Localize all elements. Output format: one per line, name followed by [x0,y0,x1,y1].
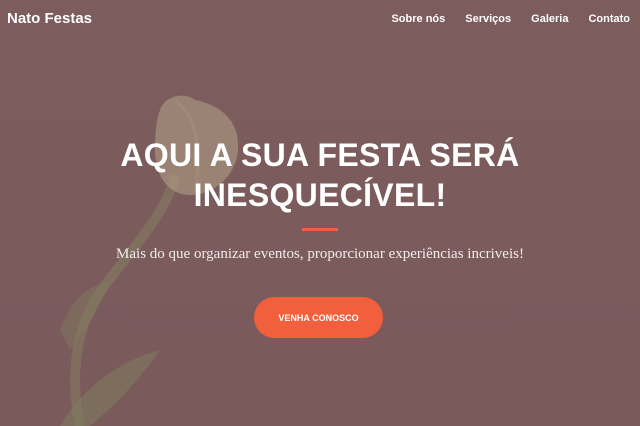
nav-link-sobre-nos[interactable]: Sobre nós [391,13,445,25]
headline-divider [302,228,338,231]
navbar: Nato Festas Sobre nós Serviços Galeria C… [0,0,640,40]
hero-headline-line2: INESQUECÍVEL! [193,177,447,213]
brand-logo[interactable]: Nato Festas [7,10,92,27]
venha-conosco-button[interactable]: VENHA CONOSCO [254,297,383,338]
nav-link-galeria[interactable]: Galeria [531,13,568,25]
hero-tagline: Mais do que organizar eventos, proporcio… [116,246,524,262]
hero-headline: AQUI A SUA FESTA SERÁ INESQUECÍVEL! [0,135,640,215]
nav-link-contato[interactable]: Contato [588,13,630,25]
hero-headline-line1: AQUI A SUA FESTA SERÁ [120,137,520,173]
nav-links: Sobre nós Serviços Galeria Contato [391,13,630,25]
nav-link-servicos[interactable]: Serviços [465,13,511,25]
